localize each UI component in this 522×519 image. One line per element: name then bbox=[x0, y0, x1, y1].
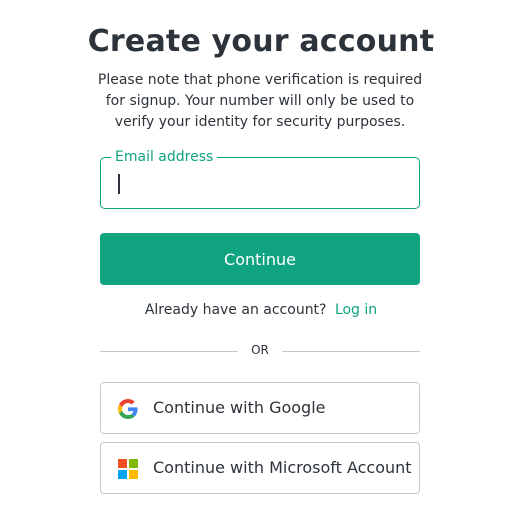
google-button-label: Continue with Google bbox=[153, 398, 326, 417]
subtitle: Please note that phone verification is r… bbox=[97, 72, 423, 130]
google-icon bbox=[118, 399, 138, 419]
microsoft-icon bbox=[118, 459, 138, 479]
continue-button[interactable]: Continue bbox=[100, 233, 420, 285]
continue-with-google-button[interactable]: Continue with Google bbox=[100, 382, 420, 434]
login-prompt: Already have an account? bbox=[144, 302, 327, 318]
login-row: Already have an account? Log in bbox=[0, 302, 522, 318]
email-field[interactable]: Email address bbox=[100, 148, 420, 209]
email-label: Email address bbox=[111, 148, 218, 166]
email-input[interactable] bbox=[115, 170, 405, 194]
divider-text: OR bbox=[251, 343, 269, 357]
or-divider: OR bbox=[100, 342, 420, 360]
page-title: Create your account bbox=[87, 24, 435, 59]
text-caret bbox=[118, 174, 120, 194]
divider-line-right bbox=[282, 351, 420, 352]
microsoft-button-label: Continue with Microsoft Account bbox=[153, 458, 412, 477]
continue-with-microsoft-button[interactable]: Continue with Microsoft Account bbox=[100, 442, 420, 494]
login-link[interactable]: Log in bbox=[335, 302, 377, 318]
